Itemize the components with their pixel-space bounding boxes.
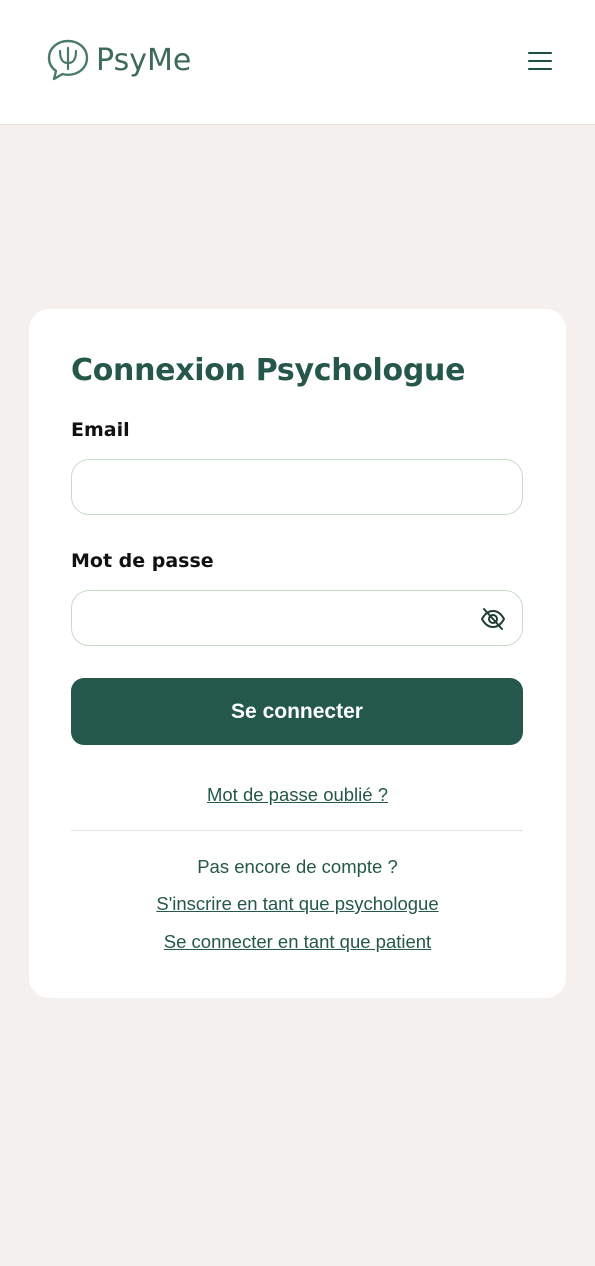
eye-off-icon[interactable]	[479, 605, 507, 633]
password-label: Mot de passe	[71, 550, 214, 572]
page-title: Connexion Psychologue	[71, 353, 466, 388]
patient-login-link[interactable]: Se connecter en tant que patient	[29, 931, 566, 953]
forgot-password-link[interactable]: Mot de passe oublié ?	[29, 784, 566, 806]
hamburger-menu-icon	[528, 52, 552, 54]
password-input[interactable]	[71, 590, 523, 646]
email-input[interactable]	[71, 459, 523, 515]
menu-button[interactable]	[524, 46, 556, 76]
psyme-logo[interactable]: PsyMe	[46, 38, 191, 82]
psi-speech-bubble-icon	[47, 39, 89, 81]
login-card: Connexion Psychologue Email Mot de passe…	[29, 309, 566, 998]
logo-text: PsyMe	[96, 42, 192, 78]
hamburger-line	[528, 60, 552, 62]
app-header: PsyMe	[0, 0, 595, 125]
hamburger-line	[528, 68, 552, 70]
email-label: Email	[71, 419, 130, 441]
register-psychologist-link[interactable]: S'inscrire en tant que psychologue	[29, 893, 566, 915]
login-button[interactable]: Se connecter	[71, 678, 523, 745]
divider	[71, 830, 523, 831]
no-account-text: Pas encore de compte ?	[197, 856, 398, 877]
